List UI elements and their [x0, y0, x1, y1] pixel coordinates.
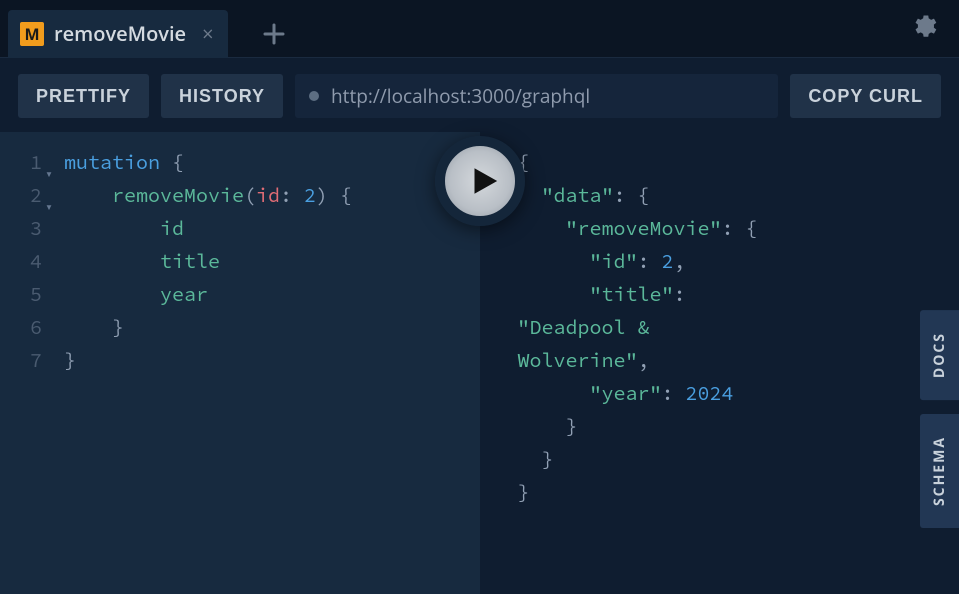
prettify-button[interactable]: PRETTIFY: [18, 74, 149, 118]
tab-title: removeMovie: [54, 20, 186, 47]
close-icon[interactable]: ×: [202, 24, 213, 44]
result-viewer[interactable]: ▼▼▼ { "data": { "removeMovie": { "id": 2…: [480, 132, 959, 594]
plus-icon: [263, 23, 285, 45]
line-number: 2▼: [0, 179, 42, 212]
line-number: 4: [0, 245, 42, 278]
play-icon: [466, 164, 500, 198]
gutter-spacer: [504, 221, 510, 254]
mutation-badge-icon: M: [20, 22, 44, 46]
execute-button[interactable]: [435, 136, 525, 226]
tab-removemovie[interactable]: M removeMovie ×: [8, 10, 228, 58]
toolbar: PRETTIFY HISTORY http://localhost:3000/g…: [0, 58, 959, 132]
copy-curl-button[interactable]: COPY CURL: [790, 74, 941, 118]
gear-icon: [909, 12, 937, 40]
query-editor[interactable]: 1▼2▼34567 mutation { removeMovie(id: 2) …: [0, 132, 480, 594]
line-number: 5: [0, 278, 42, 311]
line-number: 7: [0, 344, 42, 377]
line-number: 3: [0, 212, 42, 245]
endpoint-input[interactable]: http://localhost:3000/graphql: [295, 74, 778, 118]
line-number: 6: [0, 311, 42, 344]
tab-bar: M removeMovie ×: [0, 0, 959, 58]
side-tabs: DOCS SCHEMA: [920, 310, 959, 528]
status-dot-icon: [309, 91, 319, 101]
fold-toggle-icon[interactable]: ▼: [46, 191, 52, 224]
docs-tab[interactable]: DOCS: [920, 310, 959, 400]
fold-toggle-icon[interactable]: ▼: [46, 158, 52, 191]
history-button[interactable]: HISTORY: [161, 74, 283, 118]
settings-button[interactable]: [909, 12, 937, 45]
line-number: 1▼: [0, 146, 42, 179]
add-tab-button[interactable]: [254, 10, 294, 58]
schema-tab[interactable]: SCHEMA: [920, 414, 959, 528]
endpoint-url: http://localhost:3000/graphql: [331, 83, 590, 109]
workspace: 1▼2▼34567 mutation { removeMovie(id: 2) …: [0, 132, 959, 594]
